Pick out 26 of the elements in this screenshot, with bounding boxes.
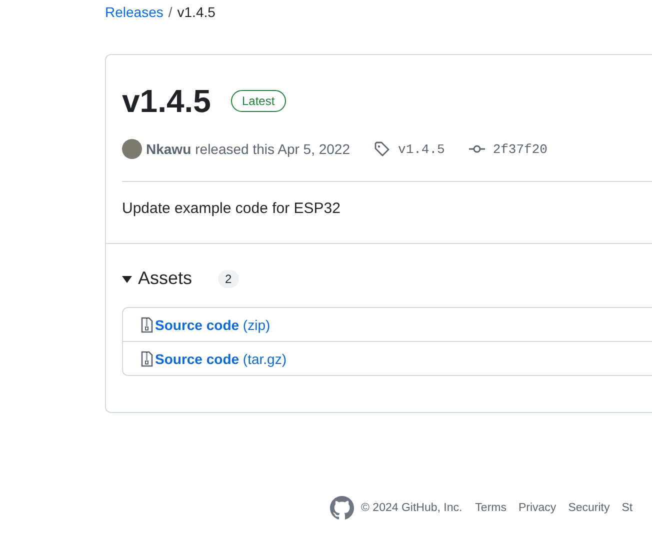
released-text: released this Apr 5, 2022 [195,141,350,157]
footer-link[interactable]: Security [568,502,610,514]
breadcrumb-separator: / [168,4,172,20]
commit-link[interactable]: 2f37f20 [492,142,548,156]
asset-link[interactable]: Source code (tar.gz) [155,350,286,366]
footer-link[interactable]: Privacy [518,502,556,514]
commit-icon [468,144,485,154]
release-title: v1.4.5 [122,82,211,121]
copyright-text: © 2024 GitHub, Inc. [361,502,462,514]
tag-link[interactable]: v1.4.5 [398,142,445,156]
footer-link[interactable]: St [622,502,633,514]
github-logo-icon[interactable] [330,496,354,520]
release-description: Update example code for ESP32 [122,200,342,219]
breadcrumb-link[interactable]: Releases [105,4,164,20]
asset-link[interactable]: Source code (zip) [155,316,270,332]
latest-badge: Latest [230,90,286,112]
breadcrumb-current: v1.4.5 [177,4,216,20]
tag-icon [374,141,390,157]
assets-title[interactable]: Assets [138,268,192,289]
caret-icon[interactable] [122,274,132,284]
avatar-icon[interactable] [122,139,142,159]
author-link[interactable]: Nkawu [146,141,192,157]
zip-file-icon [141,316,153,332]
assets-count: 2 [218,270,239,288]
footer-link[interactable]: Terms [475,502,506,514]
zip-file-icon [141,350,153,366]
